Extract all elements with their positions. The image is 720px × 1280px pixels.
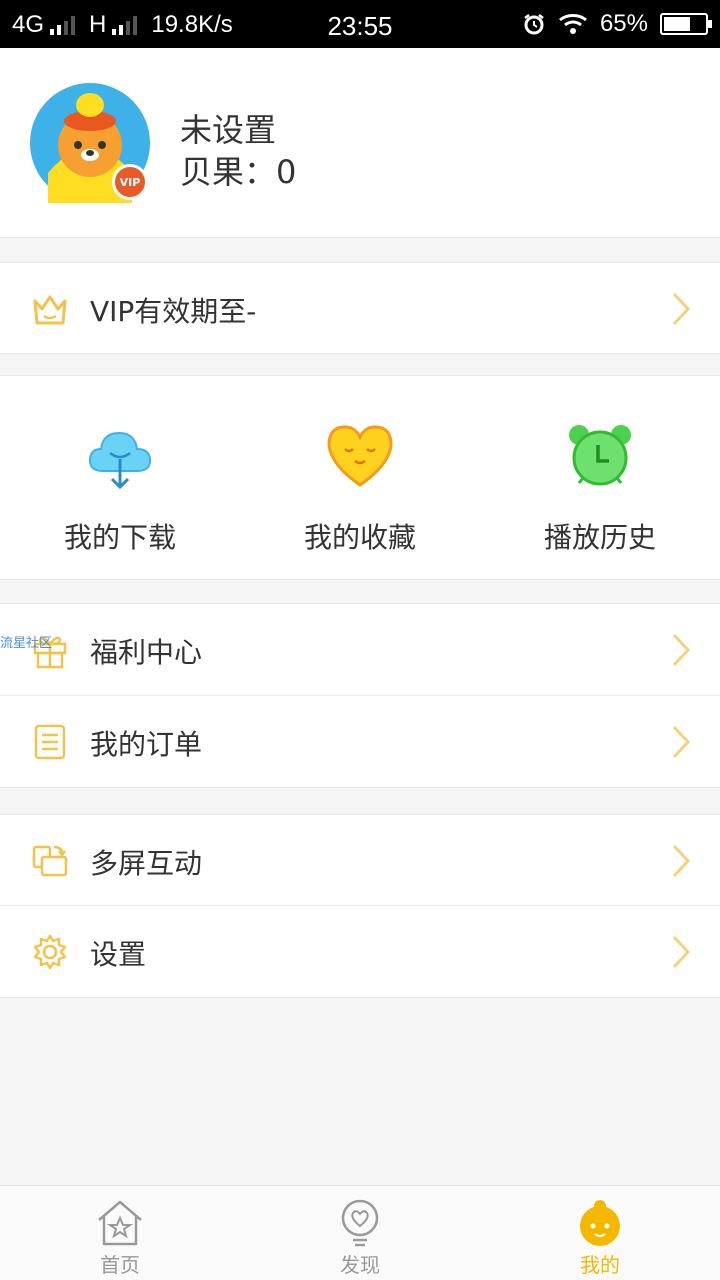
home-icon [98, 1200, 142, 1246]
beans-balance: 贝果：0 [180, 153, 297, 191]
profile-header[interactable]: VIP 未设置 贝果：0 [0, 48, 720, 238]
wifi-icon [558, 14, 587, 34]
tab-discover-label: 发现 [340, 1253, 380, 1277]
menu-item-multiscreen-label: 多屏互动 [90, 847, 203, 880]
vip-badge: VIP [112, 164, 148, 200]
bottom-tab-bar: 首页 发现 我的 [0, 1185, 720, 1280]
user-name: 未设置 [180, 111, 277, 149]
watermark-text: 流星社区 [0, 636, 53, 651]
shortcut-history[interactable]: 播放历史 [480, 376, 720, 581]
shortcut-favorites-label: 我的收藏 [303, 521, 416, 554]
cloud-download-icon [88, 431, 152, 490]
shortcut-downloads[interactable]: 我的下载 [0, 376, 240, 581]
discover-icon [341, 1199, 379, 1247]
menu-item-multiscreen[interactable]: 多屏互动 [0, 814, 720, 906]
tab-home-label: 首页 [100, 1253, 140, 1277]
alarm-clock-icon [569, 425, 631, 486]
alarm-icon [524, 14, 544, 35]
battery-percent: 65% [599, 10, 648, 37]
menu-item-welfare[interactable]: 福利中心 [0, 603, 720, 695]
chevron-right-icon [672, 935, 691, 969]
menu-item-orders[interactable]: 我的订单 [0, 696, 720, 788]
chevron-right-icon [672, 633, 691, 667]
gear-icon [33, 934, 67, 970]
me-icon [580, 1200, 620, 1246]
menu-item-orders-label: 我的订单 [90, 728, 203, 761]
shortcut-history-label: 播放历史 [543, 521, 656, 554]
tab-home[interactable]: 首页 [0, 1186, 240, 1280]
tab-me[interactable]: 我的 [480, 1186, 720, 1280]
chevron-right-icon [672, 292, 691, 326]
heart-icon [327, 425, 393, 487]
menu-item-settings[interactable]: 设置 [0, 906, 720, 998]
tab-discover[interactable]: 发现 [240, 1186, 480, 1280]
tab-me-label: 我的 [580, 1253, 620, 1277]
chevron-right-icon [672, 725, 691, 759]
chevron-right-icon [672, 844, 691, 878]
menu-item-welfare-label: 福利中心 [90, 636, 203, 669]
vip-expiry-row[interactable]: VIP有效期至- [0, 262, 720, 354]
vip-expiry-label: VIP有效期至- [90, 295, 257, 328]
crown-icon [33, 295, 67, 325]
battery-icon [660, 13, 712, 35]
order-list-icon [34, 724, 66, 760]
multi-screen-icon [32, 845, 68, 877]
shortcuts-panel: 我的下载 我的收藏 播放历史 [0, 375, 720, 580]
shortcut-favorites[interactable]: 我的收藏 [240, 376, 480, 581]
shortcut-downloads-label: 我的下载 [63, 521, 176, 554]
menu-item-settings-label: 设置 [90, 938, 147, 971]
status-bar: 4G H 19.8K/s 23:55 65% [0, 0, 720, 48]
